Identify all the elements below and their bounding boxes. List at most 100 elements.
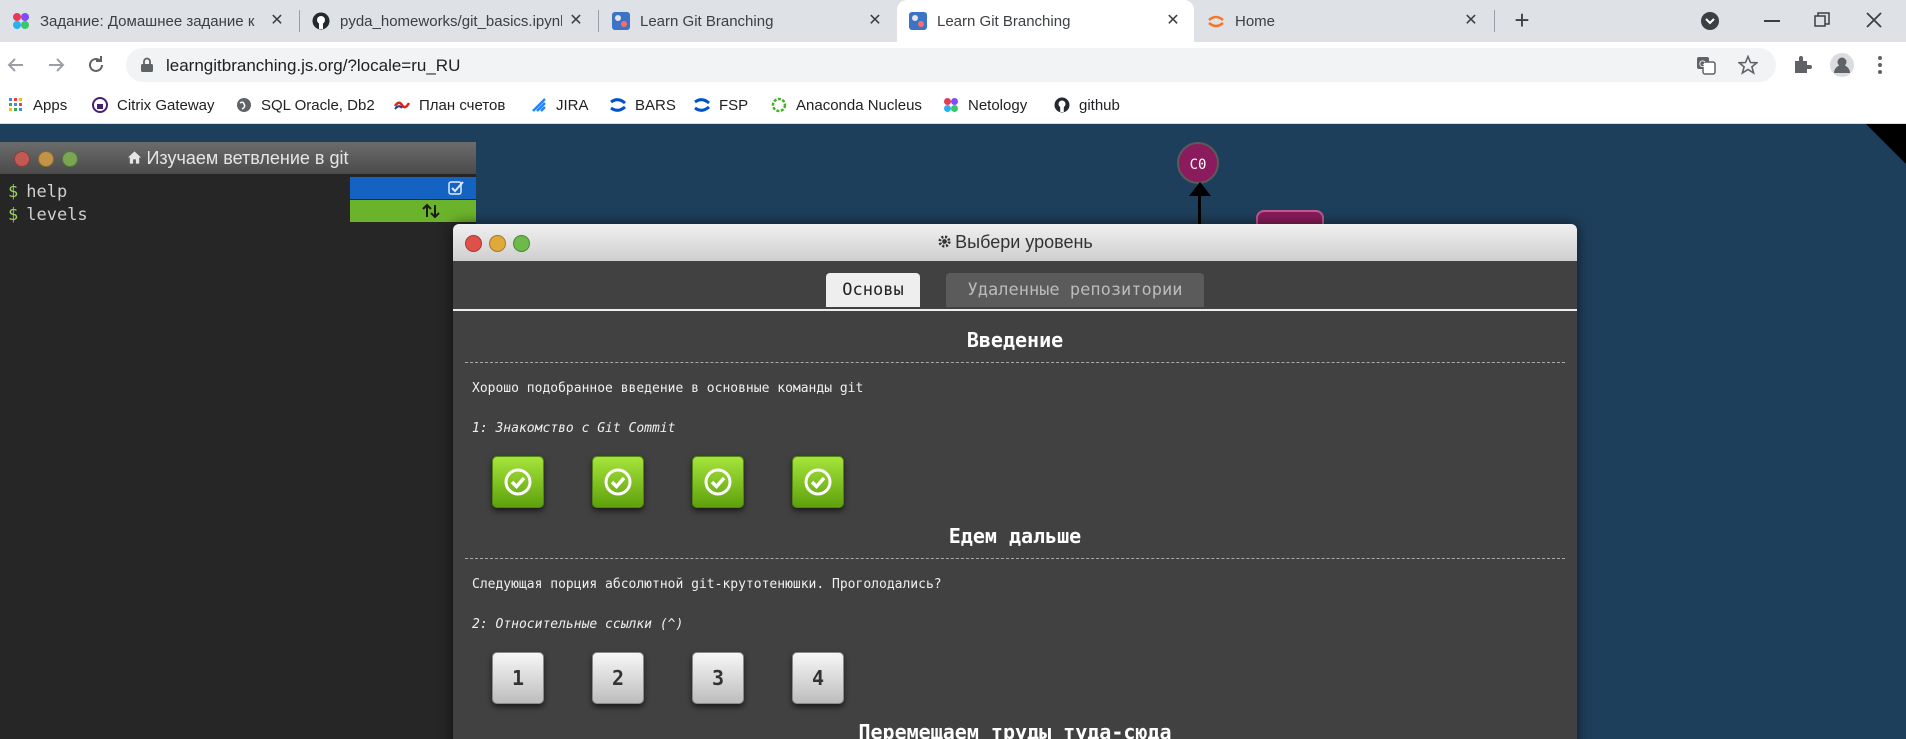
level-button[interactable]: 3 bbox=[692, 652, 744, 704]
modal-header: Выбери уровень bbox=[453, 224, 1577, 261]
section-subtitle: 1: Знакомство с Git Commit bbox=[472, 421, 676, 436]
level-button-completed[interactable] bbox=[492, 456, 544, 508]
tab-basics[interactable]: Основы bbox=[826, 273, 920, 307]
checkmark-icon bbox=[704, 468, 732, 496]
bookmark-fsp[interactable]: FSP bbox=[694, 93, 748, 117]
browser-tab-strip: Задание: Домашнее задание к Д ✕ pyda_hom… bbox=[0, 0, 1906, 42]
apps-grid-icon bbox=[9, 98, 22, 111]
prompt-symbol: $ bbox=[8, 182, 19, 202]
bookmark-citrix[interactable]: Citrix Gateway bbox=[92, 93, 215, 117]
window-close-icon[interactable] bbox=[1866, 12, 1882, 28]
browser-tab-active[interactable]: Learn Git Branching ✕ bbox=[897, 0, 1194, 42]
bookmark-bars[interactable]: BARS bbox=[610, 93, 676, 117]
bookmark-label: План счетов bbox=[419, 96, 506, 114]
bookmark-sql[interactable]: SQL Oracle, Db2 bbox=[236, 93, 375, 117]
browser-tab[interactable]: Home ✕ bbox=[1195, 0, 1492, 42]
section-title: Введение bbox=[966, 328, 1064, 352]
tab-title: Learn Git Branching bbox=[937, 12, 1071, 30]
confluence-icon bbox=[694, 98, 710, 112]
bookmark-label: JIRA bbox=[556, 96, 589, 114]
bookmark-github[interactable]: github bbox=[1054, 93, 1120, 117]
level-button[interactable]: 1 bbox=[492, 652, 544, 704]
minimize-icon[interactable] bbox=[1764, 20, 1780, 22]
section-title: Едем дальше bbox=[948, 524, 1082, 548]
checkmark-icon bbox=[604, 468, 632, 496]
bookmarks-bar: Apps Citrix Gateway SQL Oracle, Db2 План… bbox=[0, 88, 1906, 124]
home-icon bbox=[128, 151, 142, 164]
level-button-completed[interactable] bbox=[692, 456, 744, 508]
help-hint-bar[interactable] bbox=[350, 177, 476, 199]
bookmark-anaconda[interactable]: Anaconda Nucleus bbox=[771, 93, 922, 117]
section-description: Следующая порция абсолютной git-крутотен… bbox=[472, 577, 942, 592]
tab-search-icon[interactable] bbox=[1700, 11, 1720, 31]
github-icon bbox=[1054, 97, 1070, 113]
command-text: levels bbox=[26, 205, 88, 225]
bookmark-apps[interactable]: Apps bbox=[8, 93, 67, 117]
level-tabs: Основы Удаленные репозитории bbox=[453, 261, 1577, 311]
close-icon[interactable]: ✕ bbox=[268, 12, 286, 30]
back-icon[interactable] bbox=[5, 54, 27, 76]
tab-separator bbox=[1494, 10, 1495, 32]
bookmark-jira[interactable]: JIRA bbox=[531, 93, 589, 117]
plan-icon bbox=[394, 101, 410, 110]
jupyter-icon bbox=[1208, 15, 1224, 28]
terminal-line: $ help bbox=[8, 182, 67, 202]
close-icon[interactable]: ✕ bbox=[1462, 12, 1480, 30]
translate-icon[interactable]: G bbox=[1696, 55, 1716, 75]
browser-tab[interactable]: Learn Git Branching ✕ bbox=[600, 0, 896, 42]
section-divider bbox=[465, 362, 1565, 363]
bookmark-plan[interactable]: План счетов bbox=[394, 93, 505, 117]
tab-separator bbox=[598, 10, 599, 32]
browser-tab[interactable]: pyda_homeworks/git_basics.ipynb ✕ bbox=[300, 0, 597, 42]
level-button[interactable]: 4 bbox=[792, 652, 844, 704]
level-button-completed[interactable] bbox=[792, 456, 844, 508]
netology-icon bbox=[13, 13, 29, 29]
section-divider bbox=[465, 558, 1565, 559]
url-text: learngitbranching.js.org/?locale=ru_RU bbox=[166, 56, 461, 75]
star-icon[interactable] bbox=[1738, 55, 1758, 75]
new-tab-button[interactable]: + bbox=[1508, 6, 1536, 34]
tab-title: Learn Git Branching bbox=[640, 12, 774, 30]
restore-icon[interactable] bbox=[1814, 12, 1830, 28]
gear-icon bbox=[938, 235, 951, 248]
close-icon[interactable]: ✕ bbox=[1164, 12, 1182, 30]
commit-node-c0[interactable]: C0 bbox=[1177, 142, 1219, 184]
confluence-icon bbox=[610, 98, 626, 112]
netology-icon bbox=[944, 98, 958, 112]
kebab-menu-icon[interactable] bbox=[1877, 55, 1883, 75]
forward-icon[interactable] bbox=[45, 54, 67, 76]
github-icon bbox=[312, 12, 330, 30]
browser-toolbar: learngitbranching.js.org/?locale=ru_RU G bbox=[0, 42, 1906, 88]
bookmark-label: SQL Oracle, Db2 bbox=[261, 96, 375, 114]
profile-avatar-icon[interactable] bbox=[1830, 53, 1854, 77]
terminal-title: Изучаем ветвление в git bbox=[0, 148, 476, 169]
command-text: help bbox=[26, 182, 68, 202]
levels-hint-bar[interactable] bbox=[350, 200, 476, 222]
bookmark-label: github bbox=[1079, 96, 1120, 114]
modal-title-text: Выбери уровень bbox=[955, 232, 1093, 252]
lgb-icon bbox=[612, 12, 630, 30]
level-button-completed[interactable] bbox=[592, 456, 644, 508]
terminal-line: $ levels bbox=[8, 205, 88, 225]
lgb-icon bbox=[909, 12, 927, 30]
close-icon[interactable]: ✕ bbox=[567, 12, 585, 30]
level-select-modal: Выбери уровень Основы Удаленные репозито… bbox=[453, 224, 1577, 739]
browser-tab[interactable]: Задание: Домашнее задание к Д ✕ bbox=[0, 0, 298, 42]
tab-remote[interactable]: Удаленные репозитории bbox=[946, 273, 1204, 307]
terminal-title-text: Изучаем ветвление в git bbox=[146, 148, 349, 168]
edge-arrowhead bbox=[1189, 182, 1211, 196]
section-title: Перемещаем труды туда-сюда bbox=[858, 720, 1172, 739]
anaconda-icon bbox=[771, 97, 787, 113]
corner-ribbon[interactable] bbox=[1866, 124, 1906, 164]
jira-icon bbox=[532, 98, 546, 112]
modal-title: Выбери уровень bbox=[453, 232, 1577, 253]
reload-icon[interactable] bbox=[85, 54, 107, 76]
address-bar[interactable]: learngitbranching.js.org/?locale=ru_RU G bbox=[126, 48, 1776, 82]
close-icon[interactable]: ✕ bbox=[866, 12, 884, 30]
level-button[interactable]: 2 bbox=[592, 652, 644, 704]
bookmark-label: BARS bbox=[635, 96, 676, 114]
bookmark-netology[interactable]: Netology bbox=[943, 93, 1027, 117]
extensions-icon[interactable] bbox=[1792, 55, 1812, 75]
globe-icon bbox=[237, 98, 251, 112]
prompt-symbol: $ bbox=[8, 205, 19, 225]
